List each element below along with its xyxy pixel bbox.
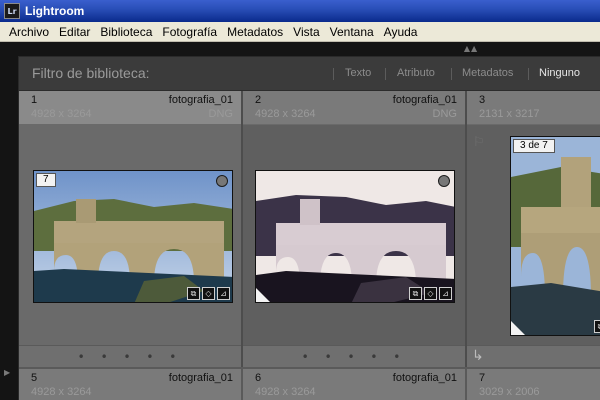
menu-metadatos[interactable]: Metadatos [222, 22, 288, 42]
bridge-photo-toned [256, 171, 454, 302]
filter-metadatos[interactable]: Metadatos [462, 67, 513, 79]
menu-biblioteca[interactable]: Biblioteca [95, 22, 157, 42]
stack-count-badge: 3 de 7 [513, 139, 555, 153]
cell-header: 5 fotografia_01 4928 x 3264 [19, 369, 241, 400]
cell-header: 7 3029 x 2006 [467, 369, 600, 400]
library-filter-bar: Filtro de biblioteca: Texto Atributo Met… [19, 57, 600, 91]
filter-texto[interactable]: Texto [345, 67, 371, 79]
grid-cell[interactable]: 1 fotografia_01 4928 x 3264 DNG 7 ⧉ ◇ ⊿ … [19, 91, 241, 367]
grid-cell[interactable]: 3 2131 x 3217 ⚐ 3 de 7 ↳ [467, 91, 600, 367]
grid-cell[interactable]: 5 fotografia_01 4928 x 3264 [19, 369, 241, 400]
cell-dimensions: 4928 x 3264 [31, 386, 92, 398]
flag-icon[interactable]: ⚐ [473, 135, 485, 150]
crop-icon[interactable]: ⊿ [217, 287, 230, 300]
thumbnail-grid: 1 fotografia_01 4928 x 3264 DNG 7 ⧉ ◇ ⊿ … [19, 91, 600, 400]
cell-format: DNG [432, 108, 457, 120]
cell-footer: • • • • • [243, 345, 465, 367]
cell-filename: fotografia_01 [168, 372, 233, 384]
cell-filename: fotografia_01 [168, 94, 233, 106]
cell-index: 2 [255, 94, 262, 106]
filter-ninguno[interactable]: Ninguno [539, 67, 580, 79]
cell-header: 2 fotografia_01 4928 x 3264 DNG [243, 91, 465, 125]
menu-vista[interactable]: Vista [288, 22, 324, 42]
keyword-tag-icon[interactable]: ◇ [202, 287, 215, 300]
cell-header: 3 2131 x 3217 [467, 91, 600, 125]
corner-marker-icon [256, 288, 270, 302]
menu-ayuda[interactable]: Ayuda [379, 22, 423, 42]
cell-footer: • • • • • [19, 345, 241, 367]
filter-atributo[interactable]: Atributo [397, 67, 435, 79]
lightroom-window: Lr Lightroom Archivo Editar Biblioteca F… [0, 0, 600, 400]
photo-thumbnail[interactable]: ⧉ ◇ ⊿ [255, 170, 455, 303]
keyword-tag-icon[interactable]: ◇ [424, 287, 437, 300]
filter-divider [385, 68, 386, 80]
rotate-left-icon[interactable]: ↳ [472, 348, 484, 364]
cell-header: 1 fotografia_01 4928 x 3264 DNG [19, 91, 241, 125]
library-grid-panel: Filtro de biblioteca: Texto Atributo Met… [18, 56, 600, 400]
grid-cell[interactable]: 6 fotografia_01 4928 x 3264 [243, 369, 465, 400]
cell-dimensions: 4928 x 3264 [255, 108, 316, 120]
rating-dots[interactable]: • • • • • [243, 350, 465, 364]
bridge-photo-portrait [511, 137, 600, 335]
cell-index: 6 [255, 372, 262, 384]
cell-filename: fotografia_01 [392, 94, 457, 106]
stack-icon[interactable]: ⧉ [594, 320, 600, 333]
filter-divider [333, 68, 334, 80]
stack-count-badge: 7 [36, 173, 56, 187]
grid-cell[interactable]: 2 fotografia_01 4928 x 3264 DNG ⧉ ◇ ⊿ • … [243, 91, 465, 367]
title-bar: Lr Lightroom [0, 0, 600, 22]
cell-dimensions: 4928 x 3264 [31, 108, 92, 120]
grid-cell[interactable]: 7 3029 x 2006 [467, 369, 600, 400]
stack-icon[interactable]: ⧉ [409, 287, 422, 300]
cell-index: 5 [31, 372, 38, 384]
circle-select-icon[interactable] [216, 175, 228, 187]
filter-divider [451, 68, 452, 80]
thumbnail-badges: ⧉ ◇ ⊿ [409, 287, 452, 300]
cell-index: 1 [31, 94, 38, 106]
corner-marker-icon [511, 321, 525, 335]
menu-ventana[interactable]: Ventana [325, 22, 379, 42]
menu-bar: Archivo Editar Biblioteca Fotografía Met… [0, 22, 600, 42]
bridge-photo [34, 171, 232, 302]
cell-index: 7 [479, 372, 486, 384]
cell-header: 6 fotografia_01 4928 x 3264 [243, 369, 465, 400]
menu-archivo[interactable]: Archivo [0, 22, 54, 42]
menu-editar[interactable]: Editar [54, 22, 95, 42]
cell-dimensions: 4928 x 3264 [255, 386, 316, 398]
window-title: Lightroom [25, 4, 85, 18]
thumbnail-badges: ⧉ ◇ ⊿ [187, 287, 230, 300]
photo-thumbnail[interactable]: 3 de 7 ⧉ [510, 136, 600, 336]
cell-dimensions: 2131 x 3217 [479, 108, 540, 120]
filter-divider [528, 68, 529, 80]
photo-thumbnail[interactable]: 7 ⧉ ◇ ⊿ [33, 170, 233, 303]
collapse-up-icon[interactable]: ▲▲ [461, 44, 481, 54]
menu-fotografia[interactable]: Fotografía [157, 22, 222, 42]
cell-index: 3 [479, 94, 486, 106]
panel-expand-icon[interactable]: ▶ [4, 368, 10, 377]
rating-dots[interactable]: • • • • • [19, 350, 241, 364]
stack-icon[interactable]: ⧉ [187, 287, 200, 300]
thumbnail-badges: ⧉ [594, 320, 600, 333]
circle-select-icon[interactable] [438, 175, 450, 187]
cell-format: DNG [208, 108, 233, 120]
cell-dimensions: 3029 x 2006 [479, 386, 540, 398]
crop-icon[interactable]: ⊿ [439, 287, 452, 300]
cell-filename: fotografia_01 [392, 372, 457, 384]
cell-footer: ↳ [467, 345, 600, 367]
app-icon: Lr [4, 3, 20, 19]
filter-options: Texto Atributo Metadatos Ninguno [19, 67, 600, 83]
